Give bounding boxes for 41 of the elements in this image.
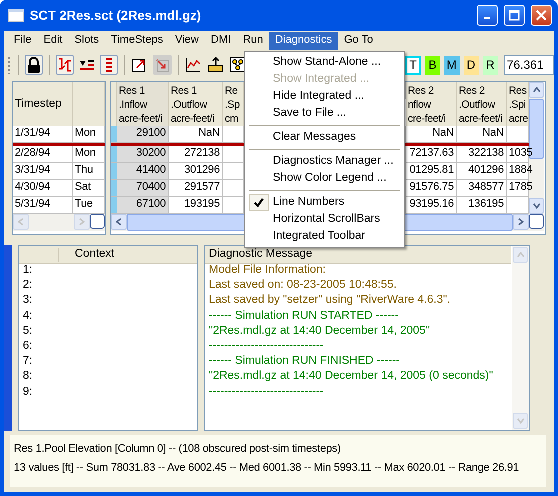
table-cell: 91576.75 <box>406 180 457 197</box>
table-cell: 72137.63 <box>406 146 457 163</box>
table-cell: 29100 <box>117 126 169 143</box>
message-line: Model File Information: <box>208 264 327 278</box>
message-line: ------------------------------ <box>208 340 325 354</box>
table-cell: 4/30/94 <box>13 180 73 197</box>
line-number: 7: <box>22 355 34 370</box>
table-cell: Mon <box>73 146 105 163</box>
message-line: "2Res.mdl.gz at 14:40 December 14, 2005" <box>208 324 432 339</box>
line-number: 3: <box>22 294 34 308</box>
table-cell: Sat <box>73 180 105 197</box>
table-cell: 70400 <box>117 180 169 197</box>
line-number: 2: <box>22 279 34 294</box>
message-line: "2Res.mdl.gz at 14:40 December 14, 2005 (0 seconds)" <box>208 370 494 384</box>
table-cell: 2/28/94 <box>13 146 73 163</box>
status-text: Res 1.Pool Elevation [Column 0] -- (108 obscured post-sim timesteps) <box>14 442 342 457</box>
table-cell: 3/31/94 <box>13 163 73 180</box>
line-number: 9: <box>22 386 34 400</box>
message-line: Last saved on: 08-23-2005 10:48:55. <box>208 279 398 294</box>
window-title: SCT 2Res.sct (2Res.mdl.gz) <box>30 8 202 24</box>
message-line: ------ Simulation RUN STARTED ------ <box>208 310 400 324</box>
table-cell: 322138 <box>457 146 507 163</box>
table-cell: 291577 <box>169 180 223 197</box>
table-cell: 301296 <box>169 163 223 180</box>
line-number: 4: <box>22 310 34 324</box>
line-number: 1: <box>22 264 34 278</box>
line-number: 6: <box>22 340 34 354</box>
table-cell: 30200 <box>117 146 169 163</box>
table-cell: Thu <box>73 163 105 180</box>
table-cell: 67100 <box>117 197 169 214</box>
table-cell: 01295.81 <box>406 163 457 180</box>
line-number: 5: <box>22 324 34 339</box>
message-line: Last saved by "setzer" using "RiverWare 4.6.3". <box>208 294 452 308</box>
table-cell: 401296 <box>457 163 507 180</box>
message-line: ------------------------------ <box>208 386 325 400</box>
message-line: ------ Simulation RUN FINISHED ------ <box>208 355 402 370</box>
table-cell: 272138 <box>169 146 223 163</box>
line-number: 8: <box>22 370 34 384</box>
table-cell: 348577 <box>457 180 507 197</box>
table-cell: 41400 <box>117 163 169 180</box>
status-text: 13 values [ft] -- Sum 78031.83 -- Ave 6002.45 -- Med 6001.38 -- Min 5993.11 -- Max 6020.01 -- Range 26.91 <box>14 461 520 476</box>
